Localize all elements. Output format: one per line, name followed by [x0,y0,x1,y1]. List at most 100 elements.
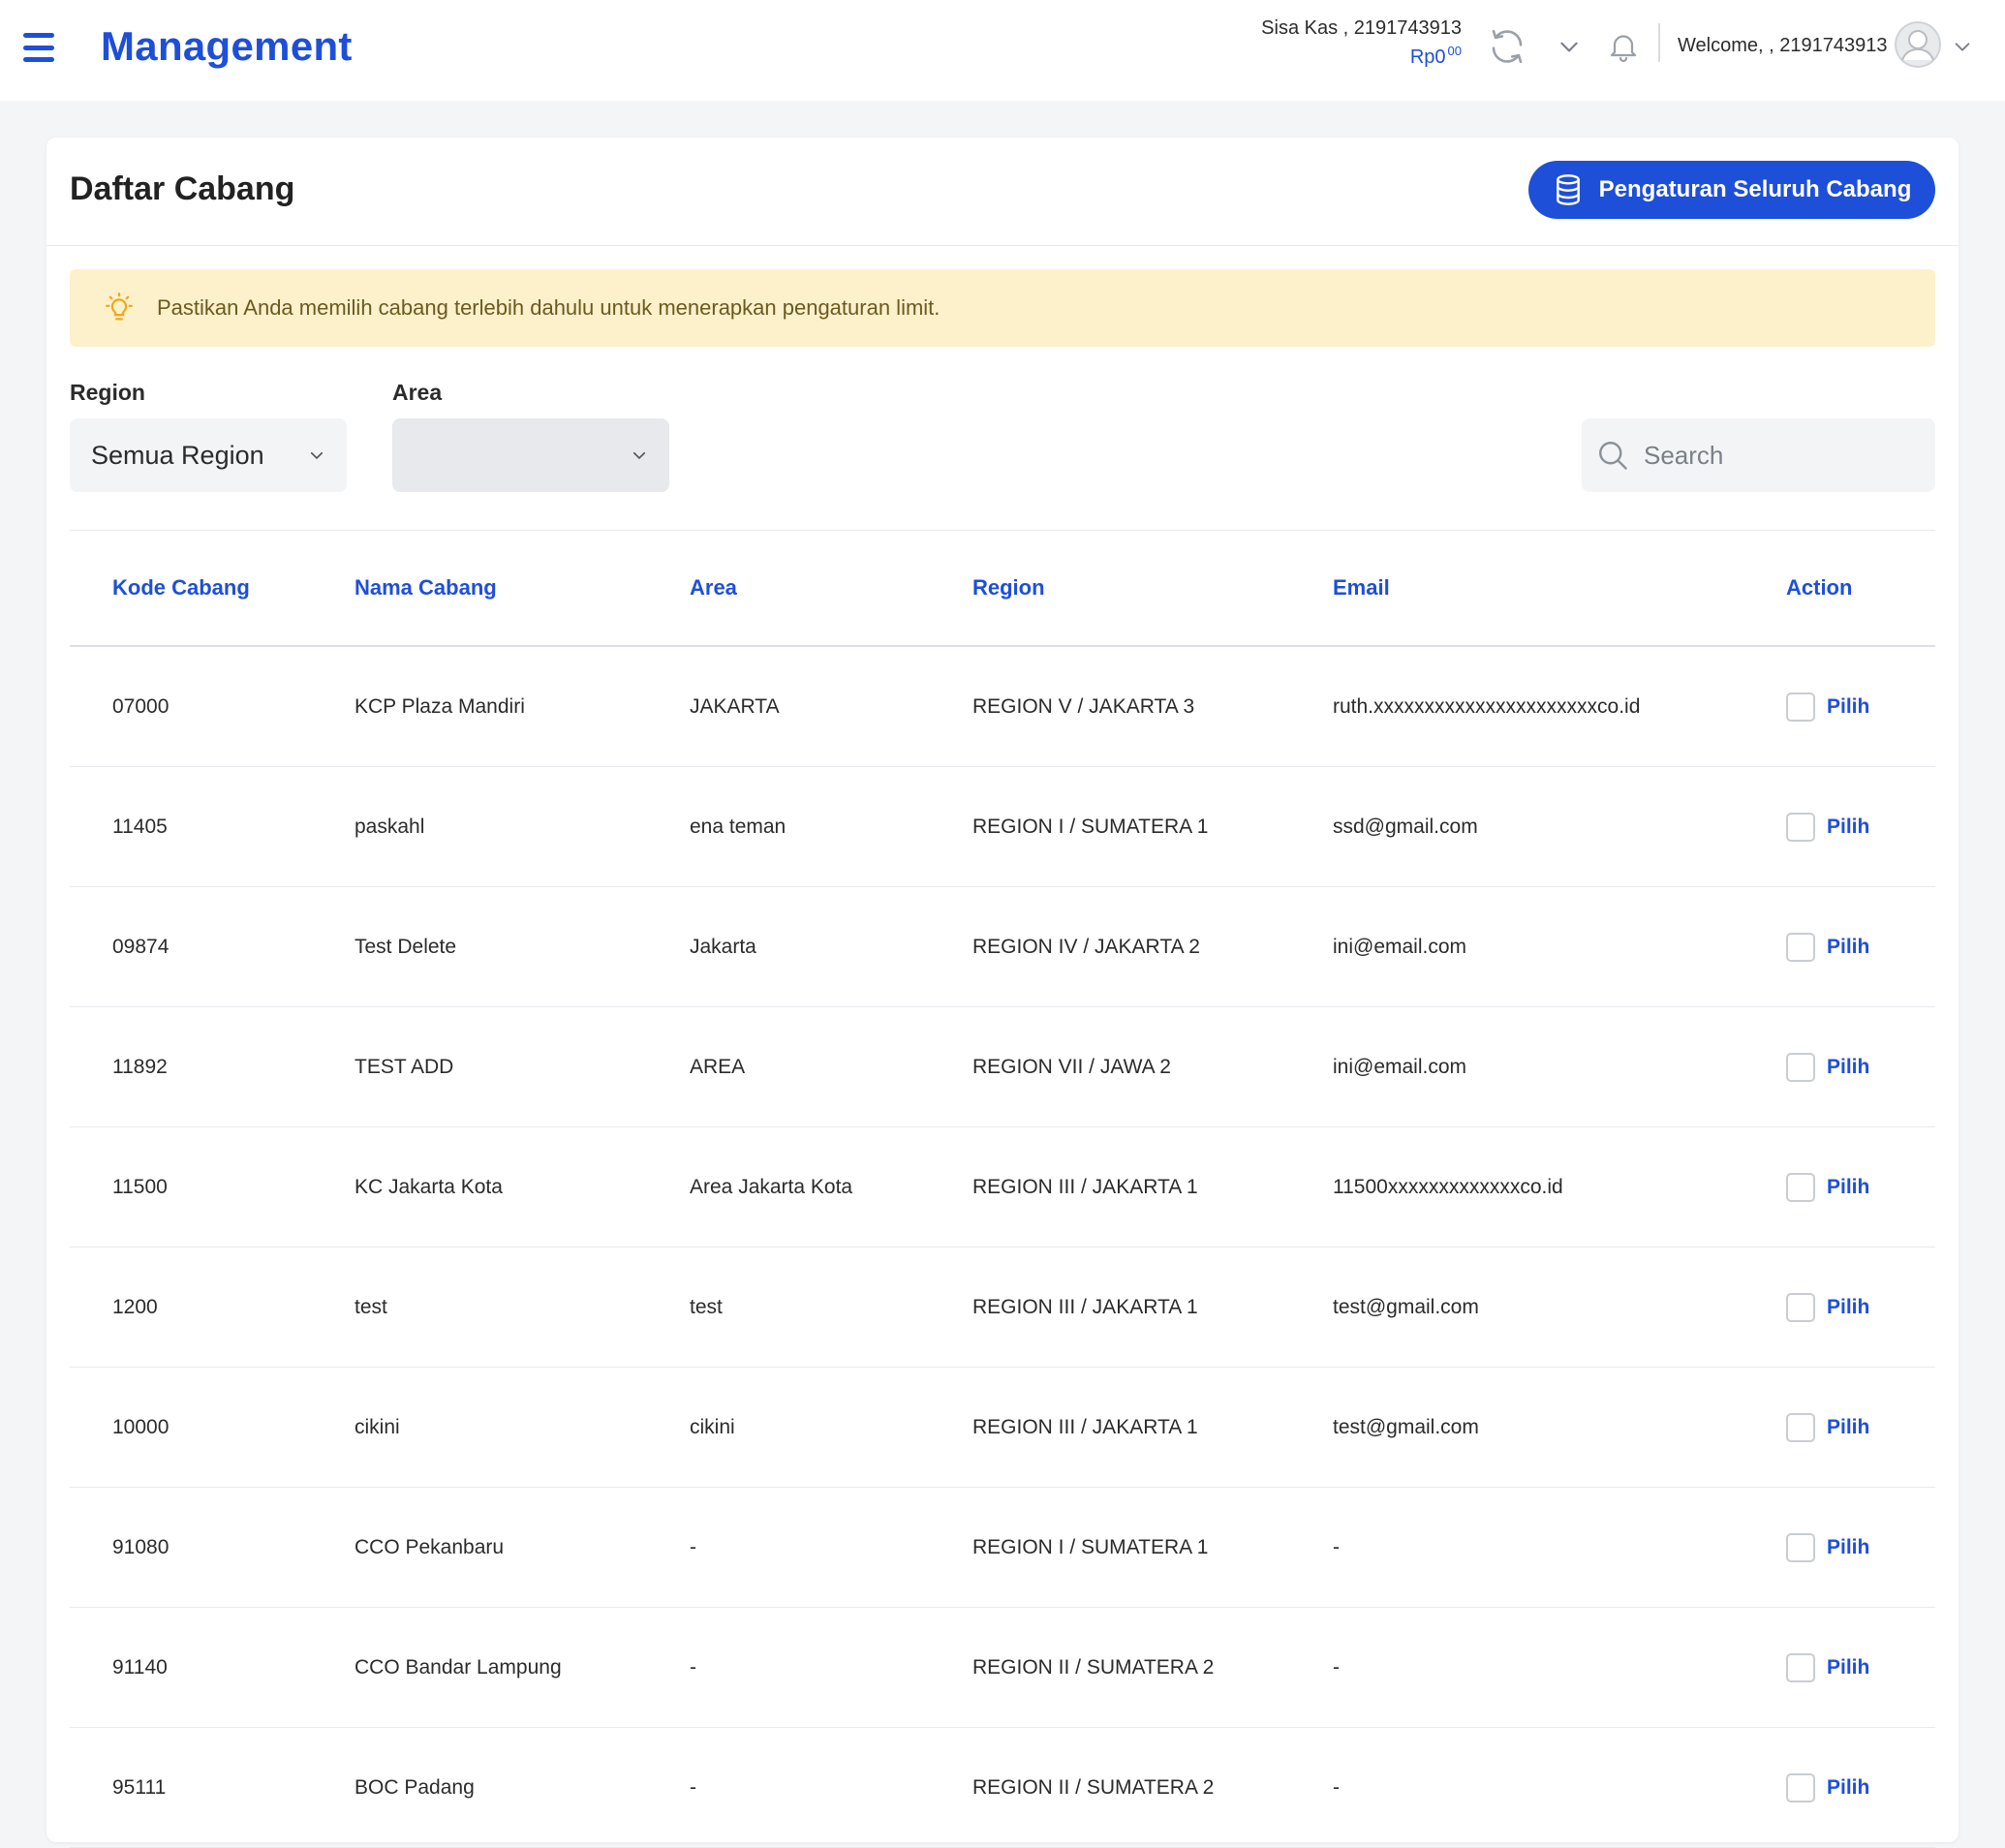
cell-nama-cabang: test [355,1295,387,1318]
cell-nama-cabang: paskahl [355,815,425,838]
pilih-link[interactable]: Pilih [1827,936,1869,959]
column-header-action: Action [1786,575,1853,600]
bell-icon[interactable] [1602,25,1645,68]
search-input[interactable] [1644,440,1915,471]
select-checkbox[interactable] [1786,1652,1815,1682]
cell-area: AREA [690,1055,746,1078]
pilih-link[interactable]: Pilih [1827,1416,1869,1439]
cell-email: 11500xxxxxxxxxxxxxco.id [1333,1175,1563,1198]
card-header: Daftar Cabang Pengaturan Seluruh Cabang [46,138,1959,246]
cell-email: ini@email.com [1333,1055,1467,1078]
cell-region: REGION II / SUMATERA 2 [972,1775,1215,1799]
table-row: 1200 test test REGION III / JAKARTA 1 te… [70,1247,1935,1368]
table-header: Kode Cabang Nama Cabang Area Region Emai… [70,531,1935,647]
area-select[interactable] [392,418,669,492]
cell-email: - [1333,1655,1340,1679]
select-branch-action[interactable]: Pilih [1786,692,1869,722]
select-checkbox[interactable] [1786,932,1815,962]
cash-balance: Sisa Kas , 2191743913 Rp0 00 [1261,17,1462,69]
select-branch-action[interactable]: Pilih [1786,1652,1869,1682]
table-body: 07000 KCP Plaza Mandiri JAKARTA REGION V… [70,647,1935,1848]
cell-email: test@gmail.com [1333,1295,1479,1318]
cell-kode-cabang: 91140 [112,1655,168,1679]
select-checkbox[interactable] [1786,1772,1815,1802]
select-checkbox[interactable] [1786,1052,1815,1082]
pilih-link[interactable]: Pilih [1827,1296,1869,1319]
table-row: 11892 TEST ADD AREA REGION VII / JAWA 2 … [70,1007,1935,1127]
select-checkbox[interactable] [1786,1412,1815,1442]
cell-email: - [1333,1535,1340,1558]
select-branch-action[interactable]: Pilih [1786,812,1869,842]
settings-button-label: Pengaturan Seluruh Cabang [1598,176,1912,202]
select-branch-action[interactable]: Pilih [1786,1532,1869,1562]
select-branch-action[interactable]: Pilih [1786,932,1869,962]
cell-region: REGION I / SUMATERA 1 [972,1535,1209,1558]
cell-kode-cabang: 11405 [112,815,168,838]
user-avatar-icon[interactable] [1895,21,1941,68]
cell-region: REGION VII / JAWA 2 [972,1055,1171,1078]
column-header-kode-cabang[interactable]: Kode Cabang [112,575,250,601]
select-checkbox[interactable] [1786,1172,1815,1202]
region-select-value: Semua Region [91,440,264,470]
cell-email: test@gmail.com [1333,1415,1479,1438]
lightbulb-icon [106,292,133,321]
table-row: 09874 Test Delete Jakarta REGION IV / JA… [70,887,1935,1007]
cell-kode-cabang: 11892 [112,1055,168,1078]
hamburger-menu-icon[interactable] [23,33,54,62]
select-branch-action[interactable]: Pilih [1786,1772,1869,1802]
select-branch-action[interactable]: Pilih [1786,1292,1869,1322]
welcome-text: Welcome, , 2191743913 [1678,35,1888,56]
cell-area: Jakarta [690,935,756,958]
cell-nama-cabang: CCO Bandar Lampung [355,1655,562,1679]
region-select[interactable]: Semua Region [70,418,347,492]
alert-message: Pastikan Anda memilih cabang terlebih da… [157,295,941,320]
pilih-link[interactable]: Pilih [1827,1536,1869,1559]
cell-nama-cabang: cikini [355,1415,400,1438]
profile-chevron-down-icon[interactable] [1941,25,1984,68]
select-branch-action[interactable]: Pilih [1786,1172,1869,1202]
cell-region: REGION III / JAKARTA 1 [972,1295,1198,1318]
chevron-down-icon [632,451,646,460]
column-header-nama-cabang[interactable]: Nama Cabang [355,575,497,601]
region-filter-label: Region [70,380,145,405]
table-row: 10000 cikini cikini REGION III / JAKARTA… [70,1368,1935,1488]
select-checkbox[interactable] [1786,1532,1815,1562]
cell-nama-cabang: TEST ADD [355,1055,454,1078]
info-alert: Pastikan Anda memilih cabang terlebih da… [70,269,1935,347]
cell-area: - [690,1655,696,1679]
pilih-link[interactable]: Pilih [1827,1056,1869,1079]
select-branch-action[interactable]: Pilih [1786,1052,1869,1082]
cell-nama-cabang: CCO Pekanbaru [355,1535,505,1558]
select-branch-action[interactable]: Pilih [1786,1412,1869,1442]
cell-nama-cabang: KC Jakarta Kota [355,1175,503,1198]
cell-region: REGION III / JAKARTA 1 [972,1175,1198,1198]
pilih-link[interactable]: Pilih [1827,695,1869,719]
cell-kode-cabang: 07000 [112,694,170,718]
cell-region: REGION III / JAKARTA 1 [972,1415,1198,1438]
chevron-down-icon[interactable] [1548,25,1590,68]
column-header-area[interactable]: Area [690,575,737,601]
cell-area: cikini [690,1415,735,1438]
select-checkbox[interactable] [1786,692,1815,722]
cell-region: REGION I / SUMATERA 1 [972,815,1209,838]
table-row: 91080 CCO Pekanbaru - REGION I / SUMATER… [70,1488,1935,1608]
column-header-region[interactable]: Region [972,575,1045,601]
database-icon [1556,174,1580,205]
table-row: 11405 paskahl ena teman REGION I / SUMAT… [70,767,1935,887]
search-box[interactable] [1582,418,1935,492]
balance-label: Sisa Kas , 2191743913 [1261,17,1462,39]
pilih-link[interactable]: Pilih [1827,1776,1869,1800]
select-checkbox[interactable] [1786,1292,1815,1322]
column-header-email[interactable]: Email [1333,575,1390,601]
cell-area: ena teman [690,815,787,838]
select-checkbox[interactable] [1786,812,1815,842]
pilih-link[interactable]: Pilih [1827,1656,1869,1679]
balance-value: Rp0 00 [1409,44,1462,68]
pilih-link[interactable]: Pilih [1827,1176,1869,1199]
all-branch-settings-button[interactable]: Pengaturan Seluruh Cabang [1528,161,1935,219]
cell-region: REGION V / JAKARTA 3 [972,694,1195,718]
cell-area: - [690,1775,696,1799]
refresh-icon[interactable] [1486,25,1528,68]
pilih-link[interactable]: Pilih [1827,816,1869,839]
table-row: 11500 KC Jakarta Kota Area Jakarta Kota … [70,1127,1935,1247]
